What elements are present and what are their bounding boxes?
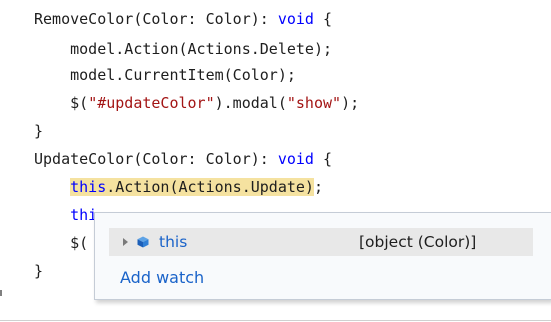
code-line-5: } — [34, 122, 44, 140]
code-text: $( — [34, 94, 89, 112]
triangle-right-icon[interactable] — [123, 238, 128, 246]
debug-highlighted-expression[interactable]: this.Action(Actions.Update) — [70, 178, 314, 196]
code-line-3: model.CurrentItem(Color); — [34, 66, 296, 84]
code-text: $( — [70, 234, 89, 252]
code-text: RemoveColor(Color: Color): — [34, 10, 278, 28]
gutter-mark — [0, 290, 2, 296]
code-text: .Action(Actions.Update) — [106, 178, 314, 196]
code-line-2: model.Action(Actions.Delete); — [34, 40, 333, 58]
code-text: ; — [313, 178, 323, 196]
code-line-9: $( — [34, 230, 88, 256]
variable-value: [object (Color)] — [359, 233, 477, 251]
code-line-6: UpdateColor(Color: Color): void { — [34, 146, 332, 172]
code-text: UpdateColor(Color: Color): — [34, 150, 278, 168]
code-editor[interactable]: RemoveColor(Color: Color): void { model.… — [0, 0, 551, 322]
code-line-8: thi — [34, 202, 97, 228]
code-line-4: $("#updateColor").modal("show"); — [34, 90, 359, 116]
keyword: this — [70, 178, 107, 196]
code-line-10: } — [34, 262, 44, 280]
variable-name: this — [159, 233, 188, 251]
code-line-7: this.Action(Actions.Update); — [34, 174, 323, 200]
code-text: ); — [341, 94, 360, 112]
string-literal: "show" — [286, 94, 342, 112]
debugger-datatip[interactable]: this [object (Color)] Add watch — [94, 212, 551, 300]
code-text: { — [313, 10, 333, 28]
string-literal: "#updateColor" — [88, 94, 215, 112]
keyword: void — [277, 10, 314, 28]
code-line-1: RemoveColor(Color: Color): void { — [34, 6, 332, 32]
divider — [0, 320, 551, 321]
keyword: void — [277, 150, 314, 168]
code-text: { — [313, 150, 333, 168]
code-text: ).modal( — [214, 94, 287, 112]
object-cube-icon — [137, 236, 149, 248]
datatip-row-this[interactable]: this [object (Color)] — [109, 228, 533, 256]
add-watch-link[interactable]: Add watch — [120, 264, 204, 292]
